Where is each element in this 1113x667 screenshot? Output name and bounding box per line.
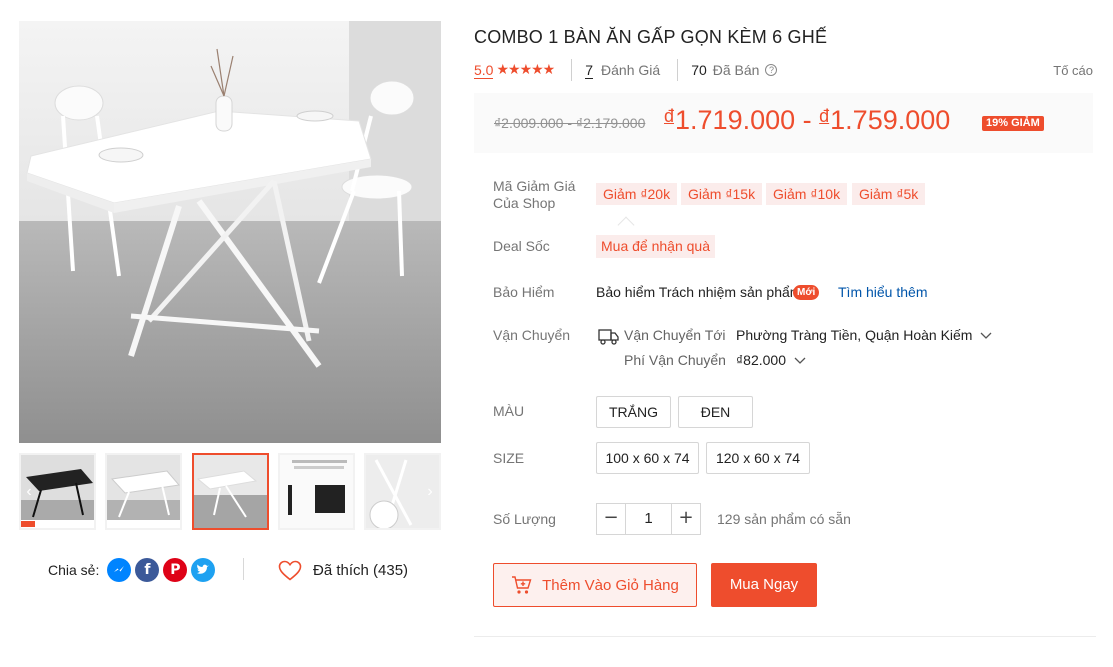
price-low: 1.719.000	[675, 105, 796, 135]
learn-more-link[interactable]: Tìm hiểu thêm	[838, 284, 927, 300]
sold-label: Đã Bán	[712, 62, 760, 78]
currency-symbol: đ	[819, 106, 830, 126]
help-icon[interactable]: ?	[765, 64, 778, 76]
new-badge: Mới	[793, 285, 820, 300]
quantity-input[interactable]: 1	[626, 504, 671, 534]
messenger-icon[interactable]	[107, 558, 132, 582]
current-price: đ1.719.000 - đ1.759.000	[664, 105, 950, 136]
size-option[interactable]: 100 x 60 x 74	[596, 442, 699, 474]
shipping-fee: ₫82.000	[736, 352, 787, 368]
chevron-down-icon	[980, 332, 992, 339]
insurance-label: Bảo Hiểm	[493, 284, 555, 300]
voucher-tag[interactable]: Giảm ₫5k	[852, 183, 926, 205]
like-button[interactable]: Đã thích (435)	[278, 558, 408, 582]
price-separator: -	[795, 105, 820, 135]
shipping-to-value[interactable]: Phường Tràng Tiền, Quận Hoàn Kiếm	[736, 327, 992, 344]
color-option[interactable]: ĐEN	[678, 396, 753, 428]
popover-caret	[617, 216, 635, 234]
shipping-fee-label: Phí Vận Chuyển	[624, 352, 726, 368]
voucher-label-line1: Mã Giảm Giá	[493, 178, 576, 194]
rating-stars-icon: ★★★★★	[496, 62, 555, 78]
voucher-tag[interactable]: Giảm ₫20k	[596, 183, 678, 205]
stock-text: 129 sản phẩm có sẵn	[717, 511, 851, 527]
share-label: Chia sẻ:	[48, 562, 100, 578]
quantity-increase-button[interactable]: +	[671, 504, 700, 534]
cart-plus-icon	[512, 576, 532, 594]
review-count[interactable]: 7	[585, 62, 594, 79]
quantity-decrease-button[interactable]: −	[597, 504, 626, 534]
size-label: SIZE	[493, 450, 525, 466]
currency-symbol: đ	[664, 106, 675, 126]
voucher-label-line2: Của Shop	[493, 195, 556, 211]
share-bar: Chia sẻ: f P	[48, 558, 216, 582]
rating-score[interactable]: 5.0	[474, 62, 494, 79]
shipping-label: Vận Chuyển	[493, 327, 571, 343]
liked-count: Đã thích (435)	[313, 561, 409, 579]
sold-count: 70	[691, 62, 707, 78]
thumbnail-2[interactable]	[105, 453, 182, 530]
discount-badge: 19% GIẢM	[982, 116, 1044, 131]
deal-label: Deal Sốc	[493, 238, 550, 254]
thumbnail-4[interactable]	[278, 453, 355, 530]
add-to-cart-label: Thêm Vào Giỏ Hàng	[542, 576, 679, 594]
insurance-value: Bảo hiểm Trách nhiệm sản phẩm	[596, 284, 802, 300]
heart-icon	[278, 560, 302, 581]
thumbnail-next-arrow-icon[interactable]: ›	[420, 481, 440, 503]
thumbnail-3[interactable]	[192, 453, 269, 530]
deal-tag[interactable]: Mua để nhận quà	[596, 235, 715, 258]
chevron-down-icon	[794, 357, 806, 364]
quantity-label: Số Lượng	[493, 511, 556, 527]
report-link[interactable]: Tố cáo	[1053, 63, 1093, 78]
add-to-cart-button[interactable]: Thêm Vào Giỏ Hàng	[493, 563, 697, 607]
quantity-stepper: − 1 +	[596, 503, 701, 535]
pinterest-icon[interactable]: P	[163, 558, 188, 582]
voucher-tag[interactable]: Giảm ₫15k	[681, 183, 763, 205]
meta-divider	[571, 59, 573, 81]
product-main-image[interactable]	[19, 21, 441, 443]
product-meta: 5.0 ★★★★★ 7 Đánh Giá 70 Đã Bán ?	[474, 59, 1094, 81]
share-divider	[243, 558, 244, 580]
shipping-fee-value[interactable]: ₫82.000	[736, 352, 806, 369]
color-option[interactable]: TRẮNG	[596, 396, 671, 428]
price-box: ₫2.009.000 - ₫2.179.000 đ1.719.000 - đ1.…	[474, 93, 1093, 153]
meta-divider	[677, 59, 679, 81]
thumbnail-prev-arrow-icon[interactable]: ‹	[19, 481, 39, 503]
truck-icon	[598, 329, 619, 345]
facebook-icon[interactable]: f	[135, 558, 160, 582]
original-price: ₫2.009.000 - ₫2.179.000	[494, 115, 646, 131]
shipping-address: Phường Tràng Tiền, Quận Hoàn Kiếm	[736, 327, 973, 343]
color-label: MÀU	[493, 403, 525, 419]
voucher-tag[interactable]: Giảm ₫10k	[766, 183, 848, 205]
shipping-to-label: Vận Chuyển Tới	[624, 327, 726, 343]
section-divider	[474, 636, 1096, 637]
twitter-icon[interactable]	[191, 558, 216, 582]
review-label: Đánh Giá	[601, 62, 661, 78]
price-high: 1.759.000	[830, 105, 951, 135]
product-title: COMBO 1 BÀN ĂN GẤP GỌN KÈM 6 GHẾ	[474, 27, 828, 47]
voucher-label: Mã Giảm Giá Của Shop	[493, 178, 575, 212]
buy-now-button[interactable]: Mua Ngay	[711, 563, 817, 607]
thumbnail-strip: ‹ ›	[19, 453, 441, 530]
size-option[interactable]: 120 x 60 x 74	[706, 442, 810, 474]
